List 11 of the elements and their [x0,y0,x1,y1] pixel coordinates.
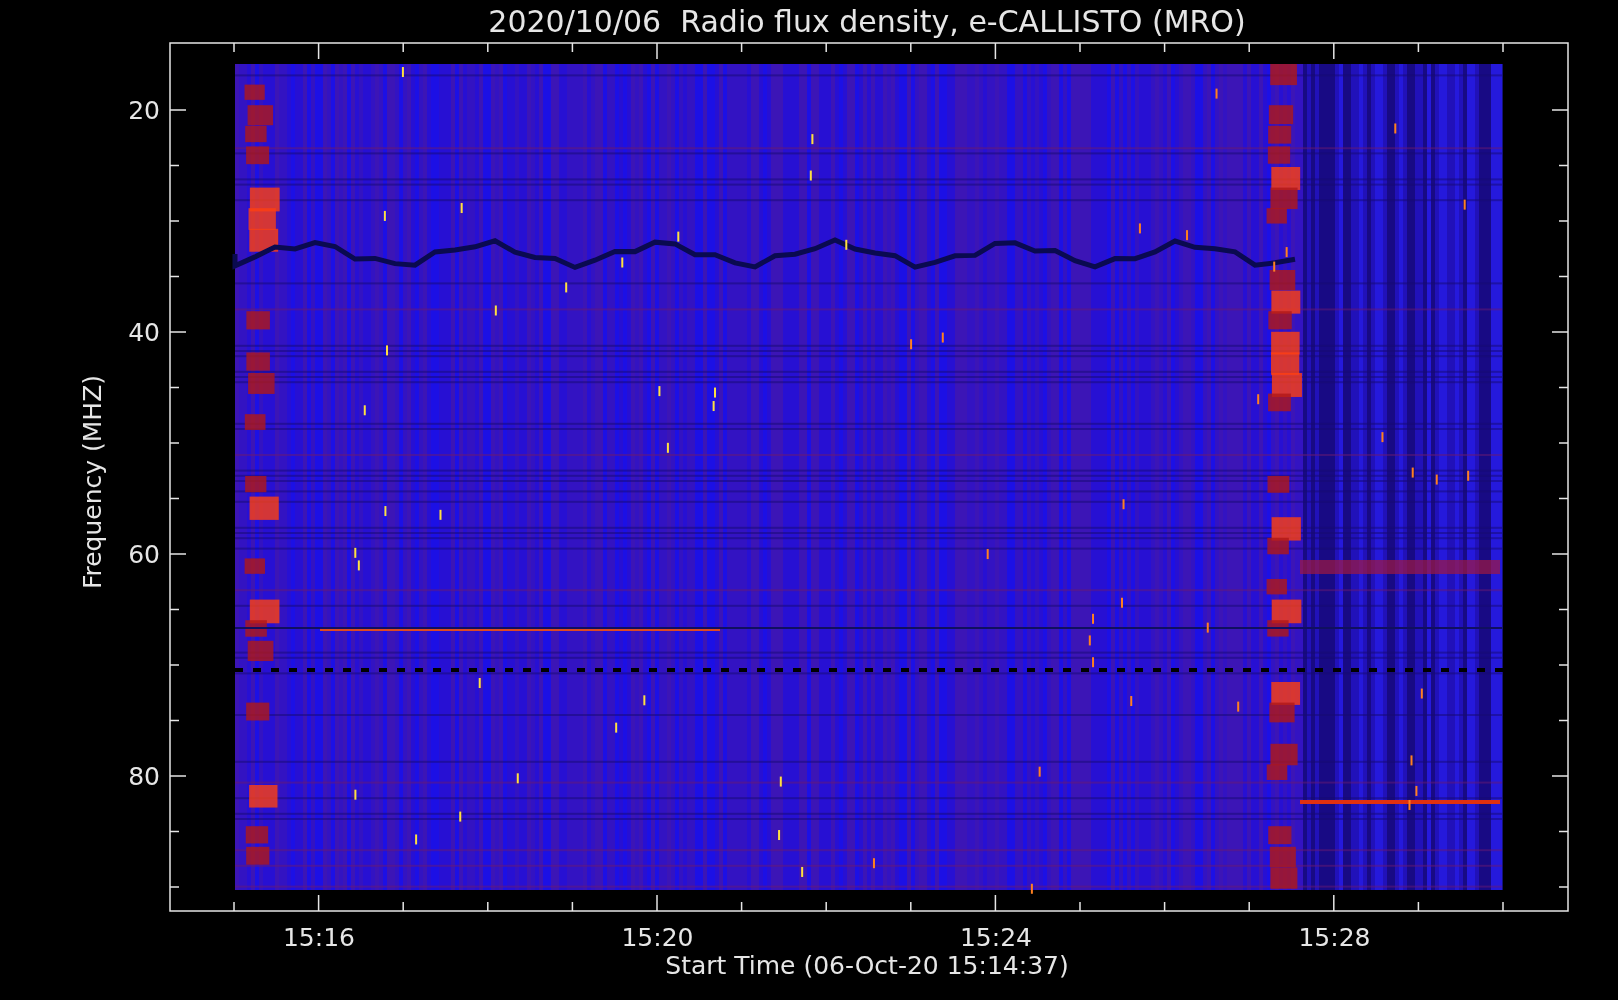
chart-title: 2020/10/06 Radio flux density, e-CALLISTO (MRO) [488,4,1246,39]
axis-label: Start Time (06-Oct-20 15:14:37) [665,951,1069,980]
tick-label: 40 [128,318,160,347]
axis-label: Frequency (MHZ) [78,374,107,590]
tick-label: 15:24 [960,923,1032,952]
tick-label: 60 [128,540,160,569]
tick-label: 20 [128,96,160,125]
tick-label: 15:16 [283,923,355,952]
tick-label: 15:28 [1298,923,1371,952]
tick-label: 15:20 [621,923,694,952]
tick-label: 80 [128,762,160,791]
